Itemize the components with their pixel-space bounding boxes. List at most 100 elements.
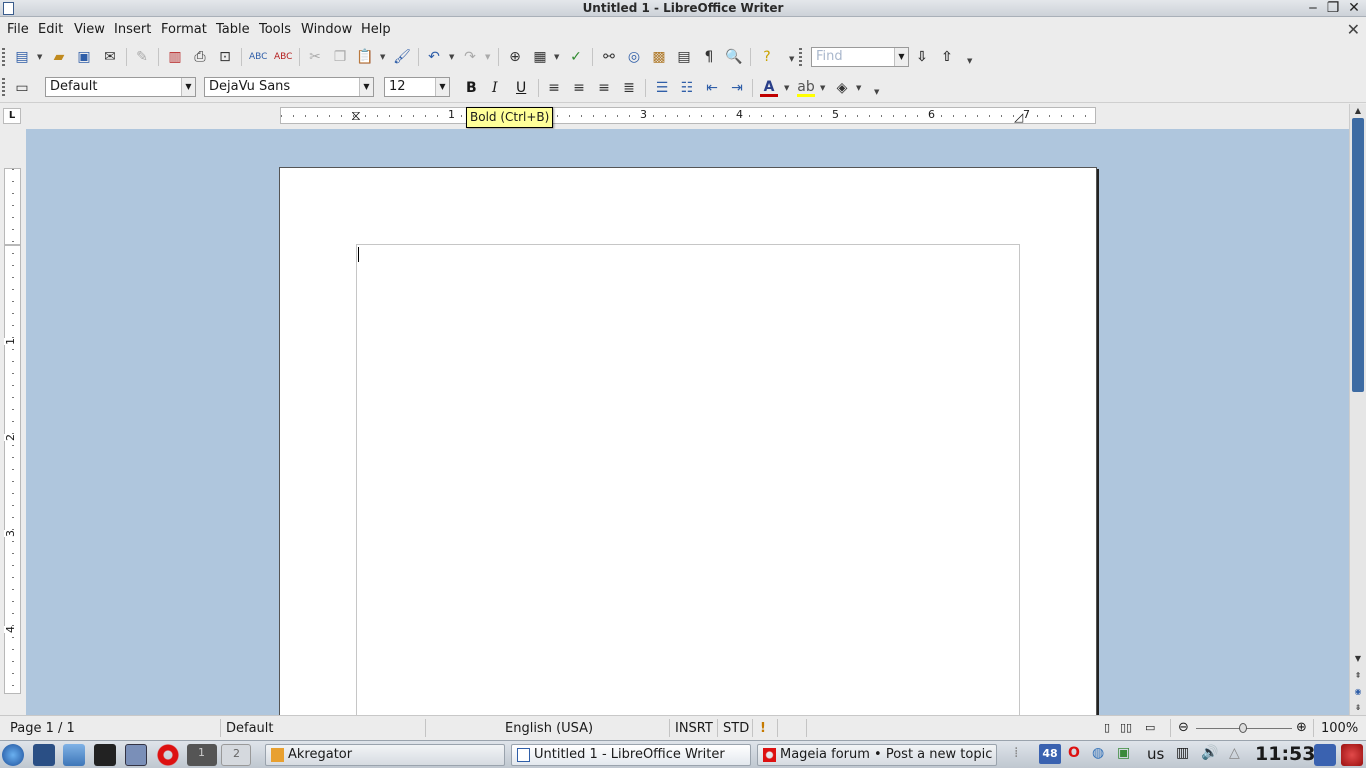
print-icon[interactable]: ⎙ — [191, 48, 209, 66]
task-opera[interactable]: Mageia forum • Post a new topic - — [757, 744, 997, 766]
spellcheck-icon[interactable]: ABC — [249, 48, 267, 66]
menu-edit[interactable]: Edit — [38, 22, 63, 37]
horizontal-ruler[interactable]: ⧖ 1 3 4 5 6 7 ◿ — [280, 107, 1096, 124]
bullets-icon[interactable]: ☷ — [678, 79, 696, 97]
autospellcheck-icon[interactable]: ABC — [274, 48, 292, 66]
opera-tray-icon[interactable]: O — [1068, 745, 1080, 761]
maximize-button[interactable]: ❐ — [1324, 0, 1342, 17]
email-icon[interactable]: ✉ — [101, 48, 119, 66]
font-color-dropdown-icon[interactable]: ▼ — [784, 84, 789, 92]
font-size-select[interactable]: 12 ▼ — [384, 77, 450, 97]
page-style[interactable]: Default — [226, 721, 274, 736]
desktop-pager-2[interactable]: 2 — [221, 744, 251, 766]
print-preview-icon[interactable]: ⊡ — [216, 48, 234, 66]
find-toolbar-grip[interactable] — [799, 48, 802, 66]
text-boundaries[interactable] — [356, 244, 1020, 715]
new-dropdown-icon[interactable]: ▼ — [37, 53, 42, 61]
export-pdf-icon[interactable]: ▥ — [166, 48, 184, 66]
file-manager-icon[interactable] — [63, 744, 85, 766]
opera-browser-icon[interactable] — [157, 744, 179, 766]
volume-icon[interactable]: 🔊 — [1201, 745, 1218, 761]
left-indent-marker[interactable]: ⧖ — [351, 108, 361, 124]
increase-indent-icon[interactable]: ⇥ — [728, 79, 746, 97]
background-color-dropdown-icon[interactable]: ▼ — [856, 84, 861, 92]
undo-icon[interactable]: ↶ — [425, 48, 443, 66]
find-previous-icon[interactable]: ⇧ — [938, 48, 956, 66]
find-replace-icon[interactable]: ⚯ — [600, 48, 618, 66]
page-indicator[interactable]: Page 1 / 1 — [10, 721, 75, 736]
single-page-view-icon[interactable]: ▯ — [1104, 721, 1110, 734]
language-indicator[interactable]: English (USA) — [505, 721, 593, 736]
cut-icon[interactable]: ✂ — [306, 48, 324, 66]
mail-count-badge[interactable]: 48 — [1039, 744, 1061, 764]
lock-screen-icon[interactable] — [1314, 744, 1336, 766]
data-sources-icon[interactable]: ▤ — [675, 48, 693, 66]
zoom-level[interactable]: 100% — [1321, 721, 1358, 736]
close-document-icon[interactable]: ✕ — [1347, 20, 1360, 39]
table-icon[interactable]: ▦ — [531, 48, 549, 66]
new-document-icon[interactable]: ▤ — [13, 48, 31, 66]
document-modified-icon[interactable]: ! — [760, 721, 766, 736]
network-globe-icon[interactable]: ◍ — [1092, 745, 1104, 761]
find-dropdown-icon[interactable]: ▼ — [894, 48, 908, 66]
find-input[interactable]: Find ▼ — [811, 47, 909, 67]
show-desktop-icon[interactable] — [33, 744, 55, 766]
copy-icon[interactable]: ❐ — [331, 48, 349, 66]
book-view-icon[interactable]: ▭ — [1145, 721, 1155, 734]
highlight-dropdown-icon[interactable]: ▼ — [820, 84, 825, 92]
scrollbar-thumb[interactable] — [1352, 118, 1364, 392]
toolbar-more-icon[interactable]: ▼ — [789, 55, 794, 63]
formatting-marks-icon[interactable]: ¶ — [700, 48, 718, 66]
system-settings-icon[interactable] — [125, 744, 147, 766]
close-button[interactable]: ✕ — [1345, 0, 1363, 17]
font-name-select[interactable]: DejaVu Sans ▼ — [204, 77, 374, 97]
paragraph-style-dropdown-icon[interactable]: ▼ — [181, 78, 195, 96]
menu-view[interactable]: View — [74, 22, 105, 37]
navigator-icon[interactable]: ◎ — [625, 48, 643, 66]
previous-page-icon[interactable]: ⇞ — [1350, 669, 1366, 682]
decrease-indent-icon[interactable]: ⇤ — [703, 79, 721, 97]
insert-mode-indicator[interactable]: INSRT — [675, 721, 713, 736]
terminal-icon[interactable] — [94, 744, 116, 766]
menu-table[interactable]: Table — [216, 22, 250, 37]
align-left-icon[interactable]: ≡ — [545, 79, 563, 97]
clipboard-icon[interactable]: ▥ — [1176, 745, 1189, 761]
toolbar-grip[interactable] — [2, 48, 5, 66]
selection-mode-indicator[interactable]: STD — [723, 721, 749, 736]
toolbar-grip[interactable] — [2, 78, 5, 96]
vertical-ruler[interactable]: 1 2 3 4 — [4, 168, 21, 694]
menu-format[interactable]: Format — [161, 22, 207, 37]
undo-dropdown-icon[interactable]: ▼ — [449, 53, 454, 61]
help-icon[interactable]: ? — [758, 48, 776, 66]
redo-dropdown-icon[interactable]: ▼ — [485, 53, 490, 61]
justify-icon[interactable]: ≣ — [620, 79, 638, 97]
scroll-up-icon[interactable]: ▲ — [1350, 104, 1366, 117]
hyperlink-icon[interactable]: ⊕ — [506, 48, 524, 66]
zoom-slider-knob[interactable] — [1239, 723, 1247, 733]
zoom-icon[interactable]: 🔍 — [725, 48, 743, 66]
clock[interactable]: 11:53 — [1255, 743, 1315, 765]
numbering-icon[interactable]: ☰ — [653, 79, 671, 97]
next-page-icon[interactable]: ⇟ — [1350, 701, 1366, 714]
underline-button[interactable]: U — [516, 80, 526, 96]
styles-formatting-icon[interactable]: ▭ — [13, 79, 31, 97]
menu-tools[interactable]: Tools — [259, 22, 291, 37]
font-color-icon[interactable]: A — [760, 78, 778, 97]
show-draw-functions-icon[interactable]: ✓ — [567, 48, 585, 66]
paste-icon[interactable]: 📋 — [356, 48, 374, 66]
paste-dropdown-icon[interactable]: ▼ — [380, 53, 385, 61]
multi-page-view-icon[interactable]: ▯▯ — [1120, 721, 1132, 734]
paragraph-style-select[interactable]: Default ▼ — [45, 77, 196, 97]
notifications-icon[interactable]: △ — [1229, 745, 1240, 761]
clone-formatting-icon[interactable]: 🖌 — [393, 48, 411, 66]
find-toolbar-more-icon[interactable]: ▼ — [967, 57, 972, 65]
open-icon[interactable]: ▰ — [50, 48, 68, 66]
update-applet-icon[interactable]: ▣ — [1117, 745, 1130, 761]
task-writer[interactable]: Untitled 1 - LibreOffice Writer — [511, 744, 751, 766]
document-page[interactable] — [279, 167, 1097, 715]
vertical-scrollbar[interactable]: ▲ ▼ ⇞ ◉ ⇟ — [1349, 104, 1366, 715]
highlight-icon[interactable]: ab — [797, 78, 815, 97]
bold-button[interactable]: B — [466, 80, 477, 96]
redo-icon[interactable]: ↷ — [461, 48, 479, 66]
italic-button[interactable]: I — [492, 80, 498, 96]
